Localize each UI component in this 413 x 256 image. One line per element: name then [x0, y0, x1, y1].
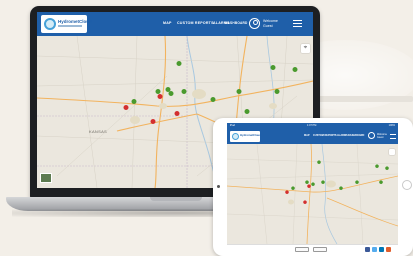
tablet-home-button[interactable] — [402, 180, 412, 190]
status-battery: 100% — [388, 124, 395, 127]
tablet-footer — [227, 244, 398, 253]
google-play-badge[interactable] — [313, 247, 327, 252]
laptop-notch — [150, 197, 202, 201]
tablet-camera — [217, 185, 220, 188]
hamburger-menu-icon[interactable] — [293, 20, 302, 27]
tablet-user-welcome: Welcome Guest — [377, 133, 387, 139]
tablet-app-header: HydrometCloud MAP CUSTOM REPORTS ALARMS … — [227, 128, 398, 144]
map-region-label: KANSAS — [89, 129, 108, 134]
tablet-hamburger-menu-icon[interactable] — [390, 134, 396, 139]
logo-cloud-icon — [44, 18, 56, 30]
user-icon[interactable] — [249, 18, 260, 29]
linkedin-icon[interactable] — [379, 247, 384, 252]
tablet-user-icon[interactable] — [368, 132, 375, 139]
nav-custom-reports[interactable]: CUSTOM REPORTS — [177, 21, 214, 25]
tablet-map-canvas — [227, 144, 398, 244]
tablet-welcome-name: Guest — [377, 136, 384, 139]
location-icon[interactable]: ⌖ — [301, 44, 310, 53]
facebook-icon[interactable] — [365, 247, 370, 252]
tablet-logo-cloud-icon — [232, 133, 239, 140]
tablet-location-icon[interactable] — [389, 149, 395, 155]
satellite-toggle[interactable] — [40, 173, 52, 183]
nav-map[interactable]: MAP — [163, 21, 172, 25]
logo-tagline — [58, 25, 82, 27]
status-time: 1:07 PM — [307, 124, 317, 127]
rss-icon[interactable] — [386, 247, 391, 252]
twitter-icon[interactable] — [372, 247, 377, 252]
tablet-nav-alarms[interactable]: ALARMS — [337, 134, 348, 137]
nav-dashboard[interactable]: DASHBOARD — [225, 21, 248, 25]
welcome-greeting: Welcome — [263, 19, 278, 23]
user-welcome: Welcome Guest — [263, 19, 278, 28]
welcome-name: Guest — [263, 23, 273, 28]
app-header: HydrometCloud MAP CUSTOM REPORTS ALARMS … — [37, 12, 313, 36]
logo-text: HydrometCloud — [58, 19, 92, 24]
app-store-badge[interactable] — [295, 247, 309, 252]
tablet-logo-text: HydrometCloud — [240, 133, 261, 137]
tablet-nav-dashboard[interactable]: DASHBOARD — [348, 134, 364, 137]
tablet-nav-map[interactable]: MAP — [304, 134, 310, 137]
tablet-nav-custom-reports[interactable]: CUSTOM REPORTS — [313, 134, 337, 137]
tablet-screen: iPad 1:07 PM 100% HydrometCloud MAP CUST… — [227, 123, 398, 253]
tablet-map-view[interactable] — [227, 144, 398, 244]
tablet-app-logo[interactable]: HydrometCloud — [230, 131, 261, 142]
status-carrier: iPad — [230, 124, 236, 127]
app-logo[interactable]: HydrometCloud — [41, 15, 92, 33]
